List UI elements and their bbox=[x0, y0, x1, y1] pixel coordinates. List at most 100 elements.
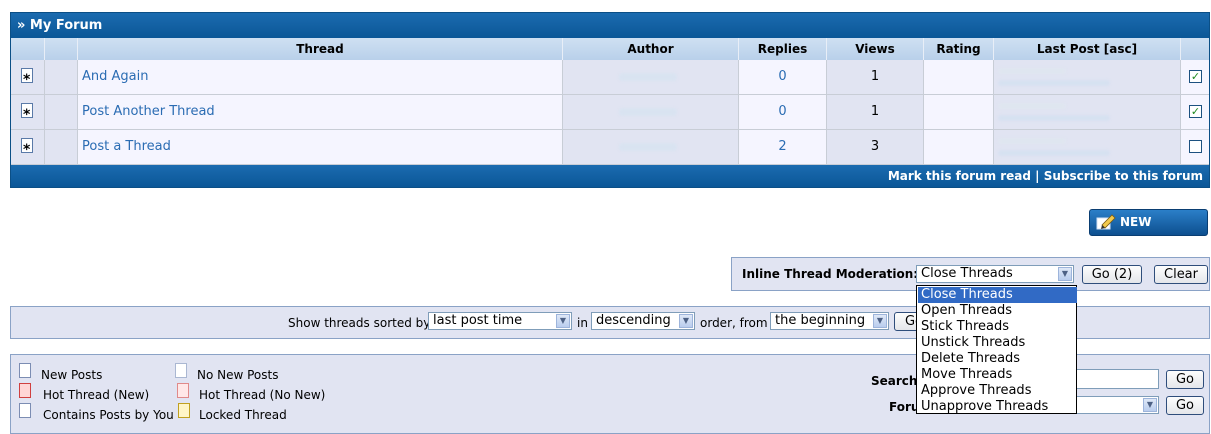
moderation-option[interactable]: Open Threads bbox=[918, 303, 1077, 319]
replies-link[interactable]: 0 bbox=[778, 69, 786, 84]
thread-last-post-cell bbox=[994, 95, 1181, 130]
new-posts-icon bbox=[19, 363, 31, 378]
replies-link[interactable]: 2 bbox=[778, 139, 786, 154]
moderation-option[interactable]: Approve Threads bbox=[918, 383, 1077, 399]
moderation-option[interactable]: Move Threads bbox=[918, 367, 1077, 383]
thread-status-cell bbox=[11, 95, 45, 132]
moderation-option[interactable]: Unapprove Threads bbox=[918, 399, 1077, 415]
header-thread[interactable]: Thread bbox=[78, 38, 563, 60]
chevron-down-icon[interactable]: ▼ bbox=[679, 314, 693, 328]
thread-link[interactable]: Post Another Thread bbox=[82, 104, 215, 119]
thread-select-cell: ✓ bbox=[1181, 60, 1209, 95]
moderation-option[interactable]: Close Threads bbox=[918, 287, 1077, 303]
last-post-date-blurred bbox=[998, 138, 1066, 144]
thread-select-cell: ✓ bbox=[1181, 95, 1209, 130]
thread-checkbox[interactable] bbox=[1189, 140, 1202, 153]
header-icon-col bbox=[11, 38, 45, 60]
forum-title: » My Forum bbox=[11, 13, 1209, 38]
thread-last-post-cell bbox=[994, 60, 1181, 95]
thread-select-cell bbox=[1181, 130, 1209, 165]
legend-locked-thread: Locked Thread bbox=[199, 408, 287, 422]
last-post-date-blurred bbox=[998, 103, 1066, 109]
thread-views-cell: 1 bbox=[827, 95, 924, 130]
sort-order-value: descending bbox=[596, 313, 671, 328]
new-post-icon bbox=[21, 133, 33, 167]
chevron-down-icon[interactable]: ▼ bbox=[1143, 398, 1157, 412]
thread-rating-cell bbox=[924, 60, 994, 95]
thread-status-cell bbox=[11, 130, 45, 167]
header-views[interactable]: Views bbox=[827, 38, 924, 60]
replies-link[interactable]: 0 bbox=[778, 104, 786, 119]
thread-rating-cell bbox=[924, 130, 994, 165]
forum-jump-go-button[interactable]: Go bbox=[1166, 396, 1204, 415]
header-last-post[interactable]: Last Post [asc] bbox=[994, 38, 1181, 60]
thread-replies-cell: 2 bbox=[739, 130, 827, 165]
moderation-action-select[interactable]: Close Threads ▼ bbox=[916, 265, 1074, 283]
thread-title-cell: Post a Thread bbox=[78, 130, 563, 165]
last-post-by-blurred[interactable] bbox=[998, 115, 1110, 121]
inline-moderation-label: Inline Thread Moderation: bbox=[742, 267, 919, 281]
thread-checkbox[interactable]: ✓ bbox=[1189, 105, 1202, 118]
hot-thread-no-new-icon bbox=[177, 383, 189, 398]
sort-in-label: in bbox=[577, 316, 588, 330]
author-blurred[interactable] bbox=[619, 143, 677, 151]
thread-prefix-cell bbox=[45, 60, 78, 95]
thread-replies-cell: 0 bbox=[739, 95, 827, 130]
author-blurred[interactable] bbox=[619, 108, 677, 116]
header-rating[interactable]: Rating bbox=[924, 38, 994, 60]
legend-contains-your-posts: Contains Posts by You bbox=[43, 408, 174, 422]
pencil-paper-icon bbox=[1096, 214, 1116, 230]
header-author[interactable]: Author bbox=[563, 38, 739, 60]
forum-jump-select[interactable]: ▼ bbox=[1071, 396, 1159, 414]
thread-prefix-cell bbox=[45, 130, 78, 165]
sort-order-select[interactable]: descending ▼ bbox=[591, 312, 695, 330]
contains-your-posts-icon bbox=[19, 403, 31, 418]
hot-thread-new-icon bbox=[19, 383, 31, 398]
moderation-go-button[interactable]: Go (2) bbox=[1082, 265, 1142, 284]
thread-title-cell: Post Another Thread bbox=[78, 95, 563, 130]
moderation-option[interactable]: Stick Threads bbox=[918, 319, 1077, 335]
thread-status-cell bbox=[11, 60, 45, 97]
thread-rating-cell bbox=[924, 95, 994, 130]
thread-views-cell: 3 bbox=[827, 130, 924, 165]
forum-footer: Mark this forum read | Subscribe to this… bbox=[11, 165, 1209, 187]
sort-from-label: order, from bbox=[700, 316, 768, 330]
moderation-clear-button[interactable]: Clear bbox=[1154, 265, 1208, 284]
thread-author-cell bbox=[563, 60, 739, 95]
sort-from-select[interactable]: the beginning ▼ bbox=[770, 312, 889, 330]
author-blurred[interactable] bbox=[619, 73, 677, 81]
thread-link[interactable]: And Again bbox=[82, 69, 148, 84]
moderation-selected-value: Close Threads bbox=[921, 266, 1013, 281]
sort-by-select[interactable]: last post time ▼ bbox=[428, 312, 572, 330]
new-thread-button[interactable]: NEW THREAD bbox=[1089, 209, 1208, 254]
last-post-by-blurred[interactable] bbox=[998, 150, 1110, 156]
thread-views-cell: 1 bbox=[827, 60, 924, 95]
header-select-col bbox=[1181, 38, 1209, 60]
sort-from-value: the beginning bbox=[775, 313, 866, 328]
new-thread-label: NEW THREAD bbox=[1120, 215, 1175, 254]
legend-new-posts: New Posts bbox=[41, 368, 103, 382]
header-prefix-col bbox=[45, 38, 78, 60]
search-go-button[interactable]: Go bbox=[1166, 370, 1204, 389]
moderation-option[interactable]: Delete Threads bbox=[918, 351, 1077, 367]
search-forum-input[interactable] bbox=[1071, 369, 1159, 389]
thread-author-cell bbox=[563, 130, 739, 165]
new-post-icon bbox=[21, 98, 33, 132]
thread-checkbox[interactable]: ✓ bbox=[1189, 70, 1202, 83]
thread-author-cell bbox=[563, 95, 739, 130]
sort-prefix-label: Show threads sorted by bbox=[288, 316, 431, 330]
header-replies[interactable]: Replies bbox=[739, 38, 827, 60]
no-new-posts-icon bbox=[175, 363, 187, 378]
chevron-down-icon[interactable]: ▼ bbox=[1058, 267, 1072, 281]
thread-link[interactable]: Post a Thread bbox=[82, 139, 171, 154]
thread-prefix-cell bbox=[45, 95, 78, 130]
chevron-down-icon[interactable]: ▼ bbox=[556, 314, 570, 328]
forum-footer-links[interactable]: Mark this forum read | Subscribe to this… bbox=[888, 169, 1203, 183]
chevron-down-icon[interactable]: ▼ bbox=[873, 314, 887, 328]
locked-thread-icon bbox=[178, 403, 190, 418]
last-post-by-blurred[interactable] bbox=[998, 80, 1110, 86]
moderation-options-list: Close Threads Open Threads Stick Threads… bbox=[916, 285, 1077, 414]
search-forum-label: Search bbox=[871, 374, 918, 388]
moderation-option[interactable]: Unstick Threads bbox=[918, 335, 1077, 351]
sort-by-value: last post time bbox=[433, 313, 523, 328]
